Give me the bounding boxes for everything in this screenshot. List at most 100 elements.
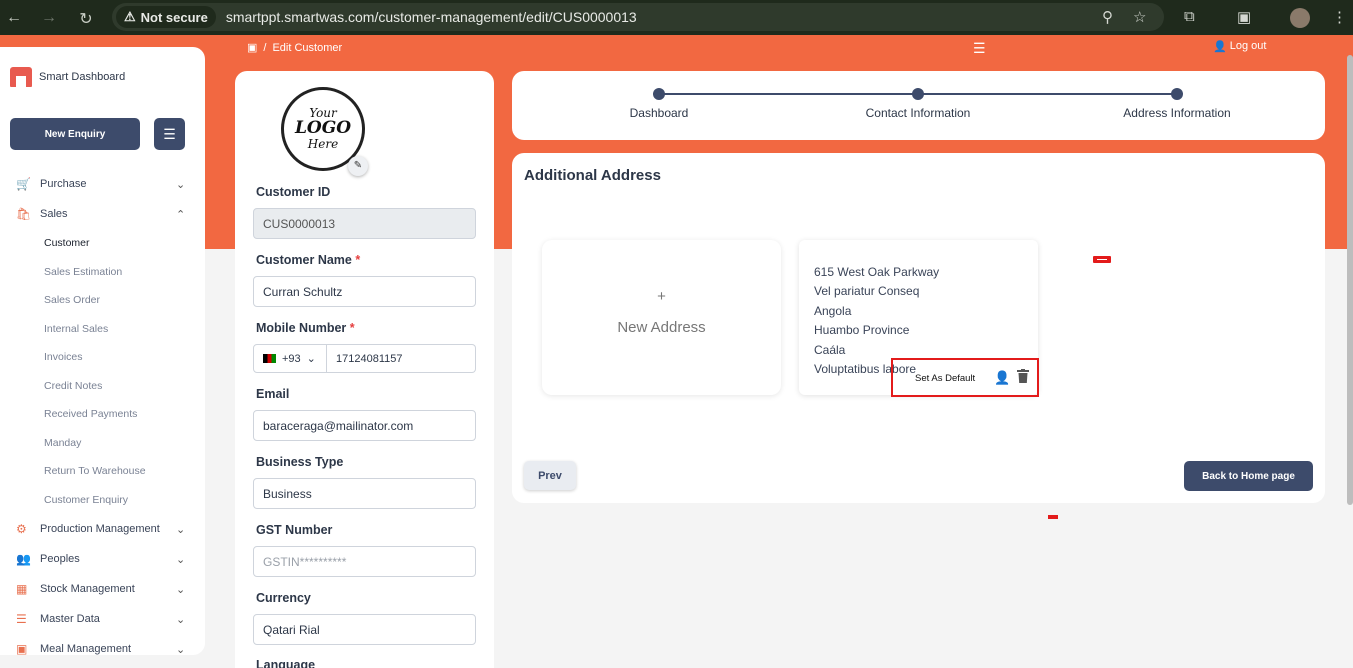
new-enquiry-button[interactable]: New Enquiry [10,118,140,150]
chevron-down-icon: ⌄ [306,353,316,365]
step-label-address[interactable]: Address Information [1123,106,1230,120]
step-dot-dashboard[interactable] [653,88,665,100]
bag-icon: 🛍 [16,206,32,221]
email-field[interactable]: baraceraga@mailinator.com [253,410,476,441]
address-line: Vel pariatur Conseq [814,284,920,298]
address-actions-highlight: Set As Default 👤 [891,358,1039,397]
sidebar-item-meal-management[interactable]: ▣ Meal Management ⌄ [0,634,205,664]
progress-stepper: Dashboard Contact Information Address In… [512,71,1325,140]
sidebar-item-production-management[interactable]: ⚙ Production Management ⌄ [0,514,205,544]
sidebar-subitem-invoices[interactable]: Invoices [0,343,205,372]
sidebar-item-label: Stock Management [40,583,135,595]
plus-icon: + [657,288,666,305]
sidebar-item-label: Master Data [40,613,100,625]
step-label-dashboard[interactable]: Dashboard [630,106,689,120]
sidebar-subitem-customer[interactable]: Customer [0,229,205,258]
sidebar-subitem-sales-order[interactable]: Sales Order [0,286,205,315]
sidebar-subitem-received-payments[interactable]: Received Payments [0,400,205,429]
star-icon[interactable]: ☆ [1133,8,1146,26]
gear-icon: ⚙ [16,521,27,536]
chevron-down-icon: ⌄ [176,553,186,566]
sidebar: Smart Dashboard New Enquiry ☰ 🛒 Purchase… [0,47,205,656]
currency-label: Currency [256,591,311,605]
customer-id-field: CUS0000013 [253,208,476,239]
kebab-menu-icon[interactable]: ⋮ [1332,8,1347,26]
trash-icon[interactable] [1017,369,1029,383]
chevron-down-icon: ⌄ [176,178,186,191]
box-icon: ▦ [16,581,28,596]
store-icon [10,67,32,87]
hamburger-icon[interactable]: ☰ [973,40,986,57]
page-scrollbar[interactable] [1347,55,1353,505]
sidebar-item-peoples[interactable]: 👥 Peoples ⌄ [0,544,205,574]
label-text: Customer Name [256,253,352,267]
set-as-default-button[interactable]: Set As Default [913,373,978,384]
required-mark: * [355,253,361,267]
logout-button[interactable]: 👤 Log out [1213,40,1266,53]
step-dot-address[interactable] [1171,88,1183,100]
sidebar-subitem-credit-notes[interactable]: Credit Notes [0,372,205,401]
new-address-label: New Address [617,319,706,336]
prev-button[interactable]: Prev [524,461,576,490]
red-marker [1048,515,1058,519]
database-icon: ☰ [16,611,27,626]
reload-icon[interactable]: ↻ [74,9,98,29]
email-label: Email [256,387,290,401]
gst-number-label: GST Number [256,523,333,537]
address-line: Caála [814,343,846,357]
chevron-up-icon: ⌃ [176,208,186,221]
address-line: Huambo Province [814,323,910,337]
logo-text-line: Here [307,136,339,151]
sidebar-item-purchase[interactable]: 🛒 Purchase ⌄ [0,169,205,199]
forward-icon[interactable]: → [37,9,61,27]
breadcrumb-current: Edit Customer [272,41,343,54]
profile-avatar[interactable] [1290,8,1310,28]
url-text[interactable]: smartppt.smartwas.com/customer-managemen… [226,9,637,25]
sidebar-toggle-button[interactable]: ☰ [154,118,185,150]
back-to-home-button[interactable]: Back to Home page [1184,461,1313,491]
new-address-card[interactable]: + New Address [542,240,781,395]
sidebar-subitem-return-to-warehouse[interactable]: Return To Warehouse [0,457,205,486]
mobile-number-field[interactable]: 17124081157 [327,344,476,373]
sidebar-item-label: Meal Management [40,643,132,655]
warning-icon: ⚠ [124,9,136,24]
user-icon: 👤 [1213,41,1227,53]
business-type-label: Business Type [256,455,344,469]
home-icon[interactable]: ▣ [247,41,257,54]
back-icon[interactable]: ← [2,9,26,27]
step-label-contact[interactable]: Contact Information [866,106,971,120]
sidebar-item-stock-management[interactable]: ▦ Stock Management ⌄ [0,574,205,604]
sidebar-subitem-manday[interactable]: Manday [0,429,205,458]
extensions-icon[interactable]: ⧉ [1184,8,1195,25]
collapse-marker[interactable] [1093,256,1111,263]
sidebar-menu: 🛒 Purchase ⌄ 🛍 Sales ⌃ Customer Sales Es… [0,169,205,664]
menu-icon: ☰ [163,125,176,142]
people-icon: 👥 [16,551,31,566]
logo-text-line: LOGO [294,118,352,139]
customer-name-field[interactable]: Curran Schultz [253,276,476,307]
sidebar-subitem-internal-sales[interactable]: Internal Sales [0,315,205,344]
user-edit-icon[interactable]: 👤 [994,370,1010,386]
edit-logo-icon[interactable]: ✎ [348,156,368,176]
security-badge[interactable]: ⚠ Not secure [116,6,216,28]
sidebar-item-sales[interactable]: 🛍 Sales ⌃ [0,199,205,229]
meal-icon: ▣ [16,641,28,656]
zoom-icon[interactable]: ⚲ [1102,8,1113,26]
country-code-select[interactable]: +93 ⌄ [253,344,327,373]
breadcrumb-separator: / [263,41,267,54]
currency-field[interactable]: Qatari Rial [253,614,476,645]
sidebar-subitem-customer-enquiry[interactable]: Customer Enquiry [0,486,205,515]
business-type-field[interactable]: Business [253,478,476,509]
mobile-number-label: Mobile Number * [256,321,355,335]
step-dot-contact[interactable] [912,88,924,100]
sidebar-item-label: Production Management [40,523,160,535]
tab-search-icon[interactable]: ▣ [1237,8,1251,26]
address-bar[interactable]: ⚠ Not secure smartppt.smartwas.com/custo… [112,3,1164,31]
sidebar-subitem-sales-estimation[interactable]: Sales Estimation [0,258,205,287]
chevron-down-icon: ⌄ [176,523,186,536]
required-mark: * [349,321,355,335]
sidebar-item-master-data[interactable]: ☰ Master Data ⌄ [0,604,205,634]
gst-number-field[interactable]: GSTIN********** [253,546,476,577]
breadcrumb: ▣ / Edit Customer [247,41,343,55]
brand[interactable]: Smart Dashboard [10,67,125,87]
